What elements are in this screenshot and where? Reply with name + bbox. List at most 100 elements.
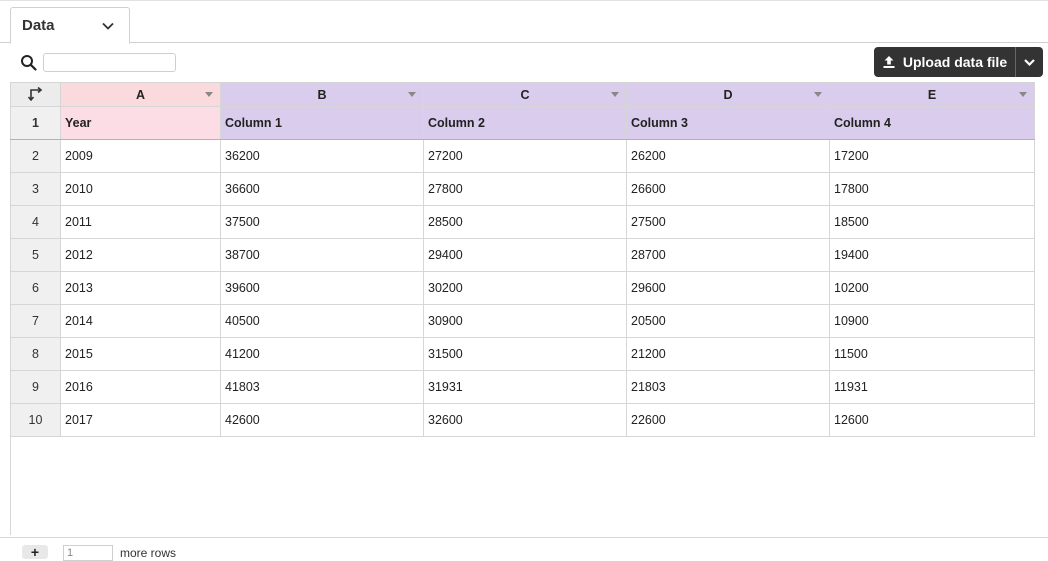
grid-cell[interactable]: 11931 (829, 370, 1035, 404)
grid-cell[interactable]: 21200 (626, 337, 830, 371)
grid-cell[interactable]: 2016 (60, 370, 221, 404)
grid-cell[interactable]: 27500 (626, 205, 830, 239)
rows-count-input[interactable] (63, 545, 113, 561)
grid-cell[interactable]: 41803 (220, 370, 424, 404)
row-number[interactable]: 1 (10, 106, 61, 140)
grid-cell[interactable]: 42600 (220, 403, 424, 437)
grid-cell[interactable]: 11500 (829, 337, 1035, 371)
column-menu-arrow-icon[interactable] (1019, 92, 1027, 97)
grid-cell[interactable]: 31500 (423, 337, 627, 371)
grid-cell[interactable]: 2014 (60, 304, 221, 338)
grid-cell[interactable]: 40500 (220, 304, 424, 338)
grid-left-border (10, 435, 11, 535)
column-header-row: A B C D E (10, 82, 1035, 107)
column-header-d[interactable]: D (626, 82, 830, 107)
data-grid: A B C D E 1 Year Column 1 Column 2 Colum… (10, 82, 1035, 437)
row-number[interactable]: 2 (10, 139, 61, 173)
table-row: 7 2014 40500 30900 20500 10900 (10, 304, 1035, 338)
grid-cell[interactable]: 37500 (220, 205, 424, 239)
grid-cell[interactable]: 39600 (220, 271, 424, 305)
column-menu-arrow-icon[interactable] (205, 92, 213, 97)
column-letter: A (135, 87, 146, 102)
grid-cell[interactable]: 2013 (60, 271, 221, 305)
column-header-e[interactable]: E (829, 82, 1035, 107)
grid-cell[interactable]: 38700 (220, 238, 424, 272)
row-number[interactable]: 8 (10, 337, 61, 371)
grid-cell[interactable]: 20500 (626, 304, 830, 338)
toolbar: Upload data file (0, 44, 1048, 82)
upload-options-dropdown[interactable] (1015, 47, 1043, 77)
grid-cell[interactable]: 28700 (626, 238, 830, 272)
tab-label: Data (22, 17, 55, 34)
search-icon (21, 55, 37, 71)
table-row: 6 2013 39600 30200 29600 10200 (10, 271, 1035, 305)
grid-cell[interactable]: 17800 (829, 172, 1035, 206)
grid-cell[interactable]: Column 4 (829, 106, 1035, 140)
upload-icon (883, 56, 895, 68)
grid-cell[interactable]: 30200 (423, 271, 627, 305)
grid-cell[interactable]: 36200 (220, 139, 424, 173)
grid-cell[interactable]: Column 2 (423, 106, 627, 140)
grid-cell[interactable]: 36600 (220, 172, 424, 206)
column-header-a[interactable]: A (60, 82, 221, 107)
row-number[interactable]: 5 (10, 238, 61, 272)
column-letter: E (927, 87, 937, 102)
table-row: 3 2010 36600 27800 26600 17800 (10, 172, 1035, 206)
table-row: 10 2017 42600 32600 22600 12600 (10, 403, 1035, 437)
grid-cell[interactable]: 30900 (423, 304, 627, 338)
table-row: 4 2011 37500 28500 27500 18500 (10, 205, 1035, 239)
grid-cell[interactable]: 2012 (60, 238, 221, 272)
grid-cell[interactable]: 17200 (829, 139, 1035, 173)
grid-cell[interactable]: Year (60, 106, 221, 140)
add-rows-button[interactable]: + (22, 545, 48, 559)
row-number[interactable]: 3 (10, 172, 61, 206)
table-row: 2 2009 36200 27200 26200 17200 (10, 139, 1035, 173)
grid-cell[interactable]: 27200 (423, 139, 627, 173)
grid-cell[interactable]: 10200 (829, 271, 1035, 305)
grid-cell[interactable]: 12600 (829, 403, 1035, 437)
grid-cell[interactable]: 29400 (423, 238, 627, 272)
grid-cell[interactable]: 29600 (626, 271, 830, 305)
table-row: 8 2015 41200 31500 21200 11500 (10, 337, 1035, 371)
chevron-down-icon (1024, 58, 1035, 66)
grid-cell[interactable]: 27800 (423, 172, 627, 206)
grid-cell[interactable]: 2009 (60, 139, 221, 173)
search-input[interactable] (43, 53, 176, 72)
column-menu-arrow-icon[interactable] (814, 92, 822, 97)
grid-cell[interactable]: 18500 (829, 205, 1035, 239)
grid-cell[interactable]: 31931 (423, 370, 627, 404)
row-number[interactable]: 7 (10, 304, 61, 338)
upload-data-file-button[interactable]: Upload data file (874, 47, 1015, 77)
column-letter: B (317, 87, 327, 102)
row-number[interactable]: 4 (10, 205, 61, 239)
grid-cell[interactable]: 21803 (626, 370, 830, 404)
grid-cell[interactable]: 2011 (60, 205, 221, 239)
grid-cell[interactable]: 26200 (626, 139, 830, 173)
row-number[interactable]: 10 (10, 403, 61, 437)
transpose-button[interactable] (10, 82, 61, 107)
grid-cell[interactable]: Column 3 (626, 106, 830, 140)
column-menu-arrow-icon[interactable] (408, 92, 416, 97)
tab-data[interactable]: Data (10, 7, 130, 44)
grid-cell[interactable]: 2017 (60, 403, 221, 437)
grid-cell[interactable]: 28500 (423, 205, 627, 239)
column-header-b[interactable]: B (220, 82, 424, 107)
header-row: 1 Year Column 1 Column 2 Column 3 Column… (10, 106, 1035, 140)
column-letter: C (520, 87, 530, 102)
column-header-c[interactable]: C (423, 82, 627, 107)
tab-bar: Data (0, 0, 1048, 44)
more-rows-label: more rows (120, 546, 177, 560)
grid-cell[interactable]: 26600 (626, 172, 830, 206)
column-letter: D (723, 87, 733, 102)
grid-cell[interactable]: Column 1 (220, 106, 424, 140)
grid-cell[interactable]: 19400 (829, 238, 1035, 272)
grid-cell[interactable]: 2015 (60, 337, 221, 371)
column-menu-arrow-icon[interactable] (611, 92, 619, 97)
grid-cell[interactable]: 41200 (220, 337, 424, 371)
row-number[interactable]: 9 (10, 370, 61, 404)
grid-cell[interactable]: 10900 (829, 304, 1035, 338)
grid-cell[interactable]: 32600 (423, 403, 627, 437)
grid-cell[interactable]: 2010 (60, 172, 221, 206)
row-number[interactable]: 6 (10, 271, 61, 305)
grid-cell[interactable]: 22600 (626, 403, 830, 437)
